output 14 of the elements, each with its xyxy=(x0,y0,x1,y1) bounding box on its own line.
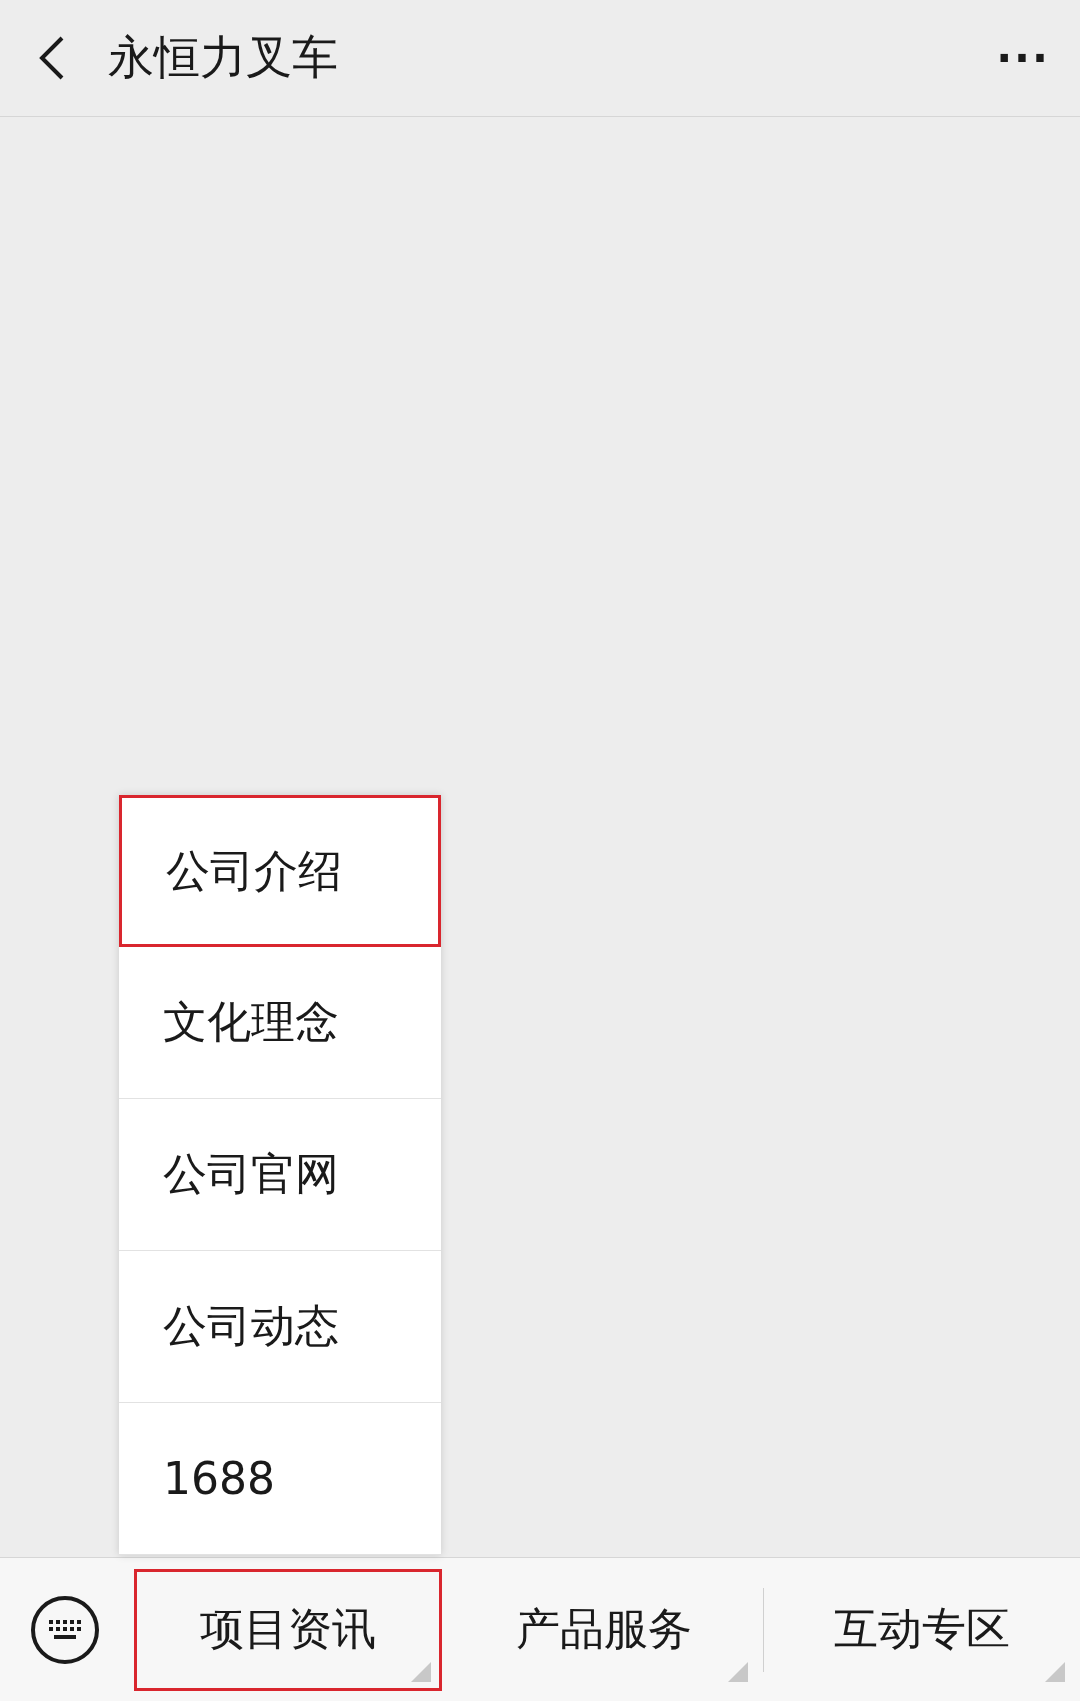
more-button[interactable]: ··· xyxy=(996,33,1050,83)
menu-tab[interactable]: 互动专区 xyxy=(767,1568,1076,1691)
menu-tab[interactable]: 项目资讯 xyxy=(134,1568,443,1691)
chat-title: 永恒力叉车 xyxy=(108,29,339,86)
submenu-item[interactable]: 公司介绍 xyxy=(119,795,441,947)
corner-icon xyxy=(1045,1661,1065,1682)
corner-icon xyxy=(411,1661,432,1682)
submenu-item[interactable]: 1688 xyxy=(119,1403,441,1555)
corner-icon xyxy=(727,1661,748,1682)
menu-tab[interactable]: 产品服务 xyxy=(450,1568,759,1691)
keyboard-icon[interactable] xyxy=(29,1593,101,1666)
submenu-item[interactable]: 公司动态 xyxy=(119,1251,441,1403)
submenu-item[interactable]: 文化理念 xyxy=(119,947,441,1099)
submenu-item[interactable]: 公司官网 xyxy=(119,1099,441,1251)
